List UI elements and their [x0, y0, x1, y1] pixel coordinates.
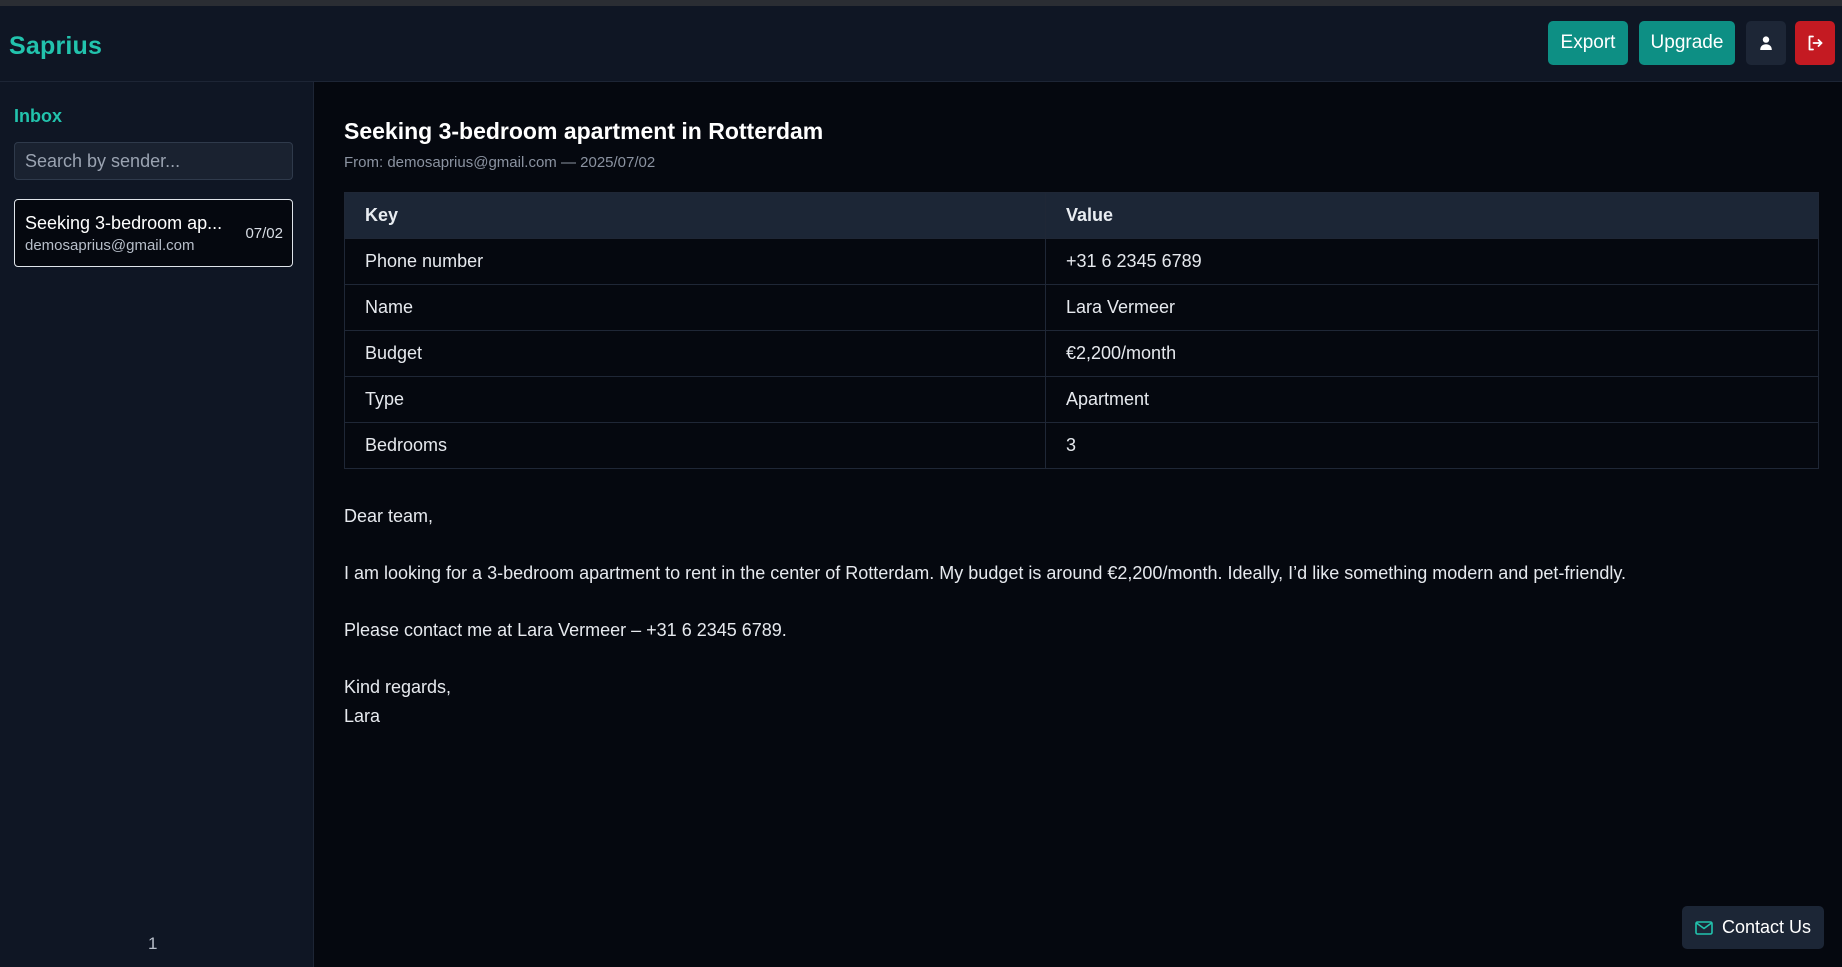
from-label: From:	[344, 154, 384, 171]
sidebar: Inbox Seeking 3-bedroom ap... demosapriu…	[0, 82, 314, 967]
table-row: Bedrooms 3	[344, 422, 1819, 469]
mail-item-date: 07/02	[245, 225, 283, 242]
email-paragraph: I am looking for a 3-bedroom apartment t…	[344, 563, 1627, 583]
email-view: Seeking 3-bedroom apartment in Rotterdam…	[315, 82, 1842, 967]
logout-icon	[1808, 35, 1823, 51]
profile-button[interactable]	[1746, 21, 1786, 65]
email-greeting: Dear team,	[344, 506, 434, 526]
email-signature: Lara	[344, 706, 381, 726]
extracted-data-table: Key Value Phone number +31 6 2345 6789 N…	[344, 192, 1819, 469]
email-subject: Seeking 3-bedroom apartment in Rotterdam	[344, 118, 824, 144]
row-value: Apartment	[1045, 376, 1819, 423]
column-header-value: Value	[1045, 192, 1819, 239]
row-value: 3	[1045, 422, 1819, 469]
upgrade-button[interactable]: Upgrade	[1639, 21, 1735, 65]
email-body: Dear team, I am looking for a 3-bedroom …	[344, 502, 1626, 731]
contact-us-label: Contact Us	[1721, 917, 1812, 937]
row-value: €2,200/month	[1045, 330, 1819, 377]
email-meta: From: demosaprius@gmail.com — 2025/07/02	[344, 154, 655, 171]
page-number[interactable]: 1	[148, 934, 157, 954]
logout-button[interactable]	[1795, 21, 1835, 65]
meta-separator: —	[560, 154, 576, 171]
app-logo[interactable]: Saprius	[9, 32, 102, 61]
from-address: demosaprius@gmail.com	[387, 154, 557, 171]
row-value: Lara Vermeer	[1045, 284, 1819, 331]
mail-list-item[interactable]: Seeking 3-bedroom ap... demosaprius@gmai…	[14, 199, 293, 267]
row-key: Phone number	[344, 238, 1046, 285]
mail-item-sender: demosaprius@gmail.com	[25, 237, 195, 254]
row-key: Budget	[344, 330, 1046, 377]
search-input[interactable]	[14, 142, 293, 180]
table-header-row: Key Value	[344, 192, 1819, 239]
user-icon	[1760, 36, 1772, 50]
row-value: +31 6 2345 6789	[1045, 238, 1819, 285]
export-button[interactable]: Export	[1548, 21, 1628, 65]
email-closing: Kind regards,	[344, 677, 452, 697]
row-key: Bedrooms	[344, 422, 1046, 469]
email-paragraph: Please contact me at Lara Vermeer – +31 …	[344, 620, 787, 640]
table-row: Type Apartment	[344, 376, 1819, 423]
email-date: 2025/07/02	[580, 154, 656, 171]
contact-us-button[interactable]: Contact Us	[1682, 906, 1824, 949]
row-key: Name	[344, 284, 1046, 331]
top-bar: Saprius Export Upgrade	[0, 6, 1842, 82]
table-row: Name Lara Vermeer	[344, 284, 1819, 331]
inbox-title: Inbox	[14, 106, 62, 126]
column-header-key: Key	[344, 192, 1046, 239]
mail-icon	[1695, 920, 1713, 935]
mail-item-subject: Seeking 3-bedroom ap...	[25, 213, 223, 233]
table-row: Budget €2,200/month	[344, 330, 1819, 377]
table-row: Phone number +31 6 2345 6789	[344, 238, 1819, 285]
row-key: Type	[344, 376, 1046, 423]
